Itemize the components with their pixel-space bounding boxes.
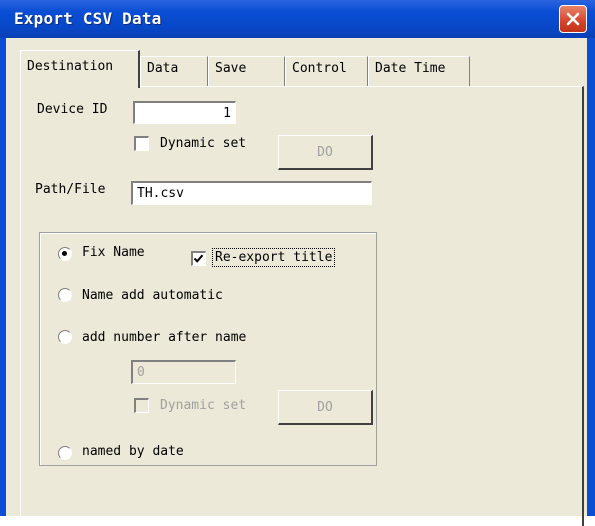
name-add-automatic-radio[interactable]	[58, 288, 72, 302]
close-button[interactable]	[559, 5, 587, 33]
reexport-title-label: Re-export title	[212, 248, 336, 267]
path-file-label: Path/File	[35, 182, 106, 197]
device-id-label: Device ID	[37, 102, 108, 117]
do-button[interactable]: DO	[278, 135, 373, 170]
number-do-button[interactable]: DO	[278, 390, 373, 425]
window-title: Export CSV Data	[14, 9, 162, 28]
device-id-input[interactable]: 1	[133, 101, 236, 124]
named-by-date-label: named by date	[82, 444, 184, 459]
tab-control-label: Control	[292, 61, 347, 76]
reexport-title-checkbox[interactable]	[191, 251, 206, 266]
number-input[interactable]: 0	[131, 360, 236, 384]
named-by-date-radio[interactable]	[58, 446, 72, 460]
fix-name-label: Fix Name	[82, 245, 145, 260]
tab-data[interactable]: Data	[140, 56, 208, 86]
add-number-label: add number after name	[82, 330, 247, 345]
add-number-radio[interactable]	[58, 330, 72, 344]
checkmark-icon	[193, 254, 204, 263]
tab-control[interactable]: Control	[285, 56, 368, 86]
path-file-value: TH.csv	[137, 186, 184, 201]
number-dynamic-set-checkbox[interactable]	[134, 398, 149, 413]
tab-save-label: Save	[215, 61, 247, 76]
window-border-right	[587, 38, 595, 516]
tab-destination-label: Destination	[27, 59, 114, 74]
dialog-window: Export CSV Data Destination Data Save Co…	[0, 0, 595, 526]
device-id-value: 1	[223, 106, 231, 121]
do-button-label: DO	[317, 145, 333, 160]
name-add-automatic-label: Name add automatic	[82, 288, 223, 303]
close-icon	[566, 12, 580, 26]
tab-save[interactable]: Save	[208, 56, 285, 86]
dynamic-set-label: Dynamic set	[160, 136, 247, 151]
fix-name-radio[interactable]	[58, 247, 72, 261]
title-bar[interactable]: Export CSV Data	[0, 0, 595, 38]
dynamic-set-checkbox[interactable]	[134, 136, 149, 151]
naming-options-group	[39, 232, 377, 466]
tab-date-time[interactable]: Date Time	[368, 56, 470, 86]
tab-data-label: Data	[147, 61, 179, 76]
radio-selected-dot	[62, 251, 67, 256]
number-do-button-label: DO	[317, 400, 333, 415]
window-border-left	[0, 38, 6, 516]
path-file-input[interactable]: TH.csv	[131, 181, 372, 205]
tab-destination[interactable]: Destination	[20, 50, 140, 88]
number-value: 0	[137, 365, 145, 380]
tab-date-time-label: Date Time	[375, 61, 446, 76]
number-dynamic-set-label: Dynamic set	[160, 398, 247, 413]
